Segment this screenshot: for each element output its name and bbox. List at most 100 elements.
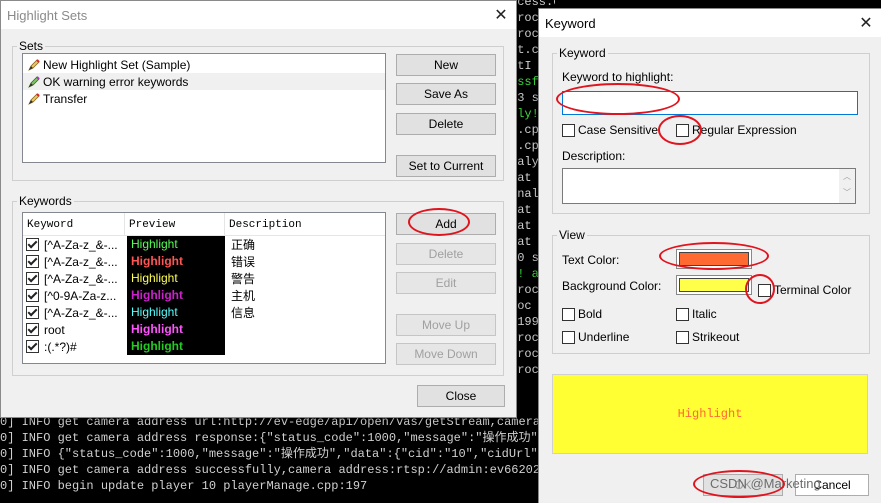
sets-list[interactable]: New Highlight Set (Sample) OK warning er…	[22, 53, 386, 163]
checkbox-box[interactable]	[676, 307, 689, 321]
save-as-button[interactable]: Save As	[396, 83, 496, 105]
highlight-sets-titlebar: Highlight Sets ✕	[1, 1, 516, 29]
keyword-dialog: Keyword ✕ Keyword Keyword to highlight: …	[538, 8, 881, 503]
move-up-button[interactable]: Move Up	[396, 314, 496, 336]
text-color-swatch[interactable]	[676, 249, 752, 269]
keyword-cell: [^A-Za-z_&-...	[44, 254, 118, 269]
keyword-enabled-checkbox[interactable]	[26, 255, 39, 268]
preview-cell: Highlight	[127, 270, 225, 287]
table-row[interactable]: [^A-Za-z_&-... Highlight 警告	[23, 270, 385, 287]
regular-expression-label: Regular Expression	[692, 123, 797, 137]
checkbox-box[interactable]	[562, 123, 575, 137]
preview-cell: Highlight	[127, 253, 225, 270]
keyword-input[interactable]	[562, 91, 858, 115]
description-cell: 信息	[231, 306, 256, 320]
set-to-current-button[interactable]: Set to Current	[396, 155, 496, 177]
list-item[interactable]: OK warning error keywords	[23, 73, 385, 90]
table-row[interactable]: [^0-9A-Za-z... Highlight 主机	[23, 287, 385, 304]
column-header-preview[interactable]: Preview	[125, 213, 225, 235]
keyword-cell: [^0-9A-Za-z...	[44, 288, 117, 303]
text-color-label: Text Color:	[562, 253, 620, 267]
keywords-group-label: Keywords	[19, 194, 72, 208]
keyword-cell: :(.*?)#	[44, 339, 77, 354]
pen-icon	[28, 58, 40, 71]
pen-icon	[28, 75, 40, 88]
column-header-description[interactable]: Description	[225, 213, 383, 235]
keyword-group-label: Keyword	[559, 46, 606, 60]
keyword-enabled-checkbox[interactable]	[26, 306, 39, 319]
column-header-keyword[interactable]: Keyword	[23, 213, 125, 235]
bold-label: Bold	[578, 307, 603, 321]
description-cell: 正确	[231, 238, 256, 252]
keyword-enabled-checkbox[interactable]	[26, 340, 39, 353]
description-cell: 主机	[231, 289, 256, 303]
strikeout-label: Strikeout	[692, 330, 740, 344]
terminal-color-label: Terminal Color	[774, 283, 852, 297]
underline-checkbox[interactable]: Underline	[562, 330, 629, 344]
checkbox-box[interactable]	[758, 283, 771, 297]
background-color-swatch[interactable]	[676, 275, 752, 295]
keyword-cell: [^A-Za-z_&-...	[44, 237, 118, 252]
description-cell: 警告	[231, 272, 256, 286]
background-color-fill	[679, 278, 749, 292]
scroll-down-icon[interactable]: ﹀	[839, 185, 855, 201]
close-button[interactable]: Close	[417, 385, 505, 407]
keyword-enabled-checkbox[interactable]	[26, 323, 39, 336]
checkbox-box[interactable]	[562, 330, 575, 344]
case-sensitive-label: Case Sensitive	[578, 123, 659, 137]
set-name: New Highlight Set (Sample)	[43, 57, 191, 72]
keywords-table[interactable]: Keyword Preview Description [^A-Za-z_&-.…	[22, 212, 386, 364]
preview-cell: Highlight	[127, 236, 225, 253]
delete-set-button[interactable]: Delete	[396, 113, 496, 135]
list-item[interactable]: New Highlight Set (Sample)	[23, 56, 385, 73]
sets-group-label: Sets	[19, 39, 44, 53]
terminal-color-checkbox[interactable]: Terminal Color	[758, 283, 851, 297]
table-row[interactable]: :(.*?)# Highlight	[23, 338, 385, 355]
description-scrollbar[interactable]: ︿ ﹀	[839, 169, 855, 203]
preview-cell: Highlight	[127, 304, 225, 321]
text-color-fill	[679, 252, 749, 266]
preview-text: Highlight	[677, 407, 743, 421]
table-row[interactable]: root Highlight	[23, 321, 385, 338]
move-down-button[interactable]: Move Down	[396, 343, 496, 365]
keyword-enabled-checkbox[interactable]	[26, 272, 39, 285]
close-icon[interactable]: ✕	[486, 5, 516, 25]
case-sensitive-checkbox[interactable]: Case Sensitive	[562, 123, 658, 137]
list-item[interactable]: Transfer	[23, 90, 385, 107]
preview-box: Highlight	[552, 374, 868, 454]
keyword-cell: [^A-Za-z_&-...	[44, 305, 118, 320]
checkbox-box[interactable]	[676, 330, 689, 344]
table-row[interactable]: [^A-Za-z_&-... Highlight 信息	[23, 304, 385, 321]
delete-keyword-button[interactable]: Delete	[396, 243, 496, 265]
keyword-enabled-checkbox[interactable]	[26, 238, 39, 251]
table-row[interactable]: [^A-Za-z_&-... Highlight 正确	[23, 236, 385, 253]
keyword-cell: root	[44, 322, 65, 337]
description-label: Description:	[562, 149, 626, 163]
scroll-up-icon[interactable]: ︿	[839, 169, 855, 185]
keyword-titlebar: Keyword ✕	[539, 9, 881, 37]
preview-cell: Highlight	[127, 338, 225, 355]
background-color-label: Background Color:	[562, 279, 662, 293]
keyword-to-highlight-label: Keyword to highlight:	[562, 70, 674, 84]
checkbox-box[interactable]	[676, 123, 689, 137]
watermark: CSDN @Marketing	[710, 476, 821, 491]
set-name: Transfer	[43, 91, 88, 106]
table-row[interactable]: [^A-Za-z_&-... Highlight 错误	[23, 253, 385, 270]
add-keyword-button[interactable]: Add	[396, 213, 496, 235]
bold-checkbox[interactable]: Bold	[562, 307, 602, 321]
italic-checkbox[interactable]: Italic	[676, 307, 717, 321]
description-cell: 错误	[231, 255, 256, 269]
strikeout-checkbox[interactable]: Strikeout	[676, 330, 739, 344]
keyword-enabled-checkbox[interactable]	[26, 289, 39, 302]
edit-keyword-button[interactable]: Edit	[396, 272, 496, 294]
checkbox-box[interactable]	[562, 307, 575, 321]
keyword-cell: [^A-Za-z_&-...	[44, 271, 118, 286]
description-input[interactable]: ︿ ﹀	[562, 168, 856, 204]
new-button[interactable]: New	[396, 54, 496, 76]
dialog-title: Keyword	[545, 15, 596, 31]
keywords-table-header: Keyword Preview Description	[23, 213, 385, 236]
close-icon[interactable]: ✕	[851, 13, 881, 33]
regular-expression-checkbox[interactable]: Regular Expression	[676, 123, 797, 137]
italic-label: Italic	[692, 307, 717, 321]
view-group-label: View	[559, 228, 585, 242]
